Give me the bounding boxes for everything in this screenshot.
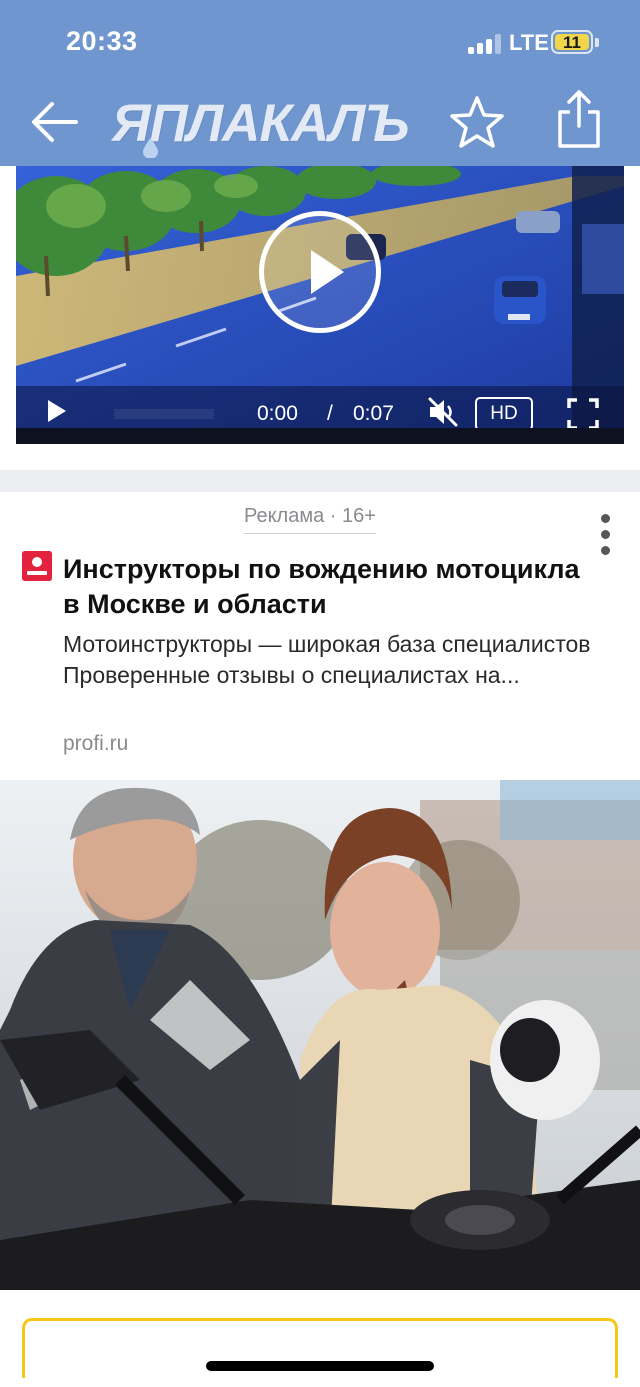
network-type: LTE xyxy=(509,30,549,55)
fullscreen-icon[interactable] xyxy=(566,397,600,431)
muted-speaker-icon[interactable] xyxy=(426,395,460,429)
profi-favicon-icon xyxy=(22,551,52,581)
site-logo[interactable]: ЯПЛАКАЛЪ xyxy=(112,93,417,158)
hd-quality-button[interactable]: HD xyxy=(475,397,533,431)
video-bottom-edge xyxy=(16,428,624,444)
battery-icon: 11 xyxy=(551,30,593,54)
section-separator xyxy=(0,470,640,492)
star-icon[interactable] xyxy=(448,94,506,152)
signal-icon xyxy=(468,34,502,54)
play-icon xyxy=(311,250,344,294)
ad-domain-link[interactable]: profi.ru xyxy=(63,732,128,756)
play-button[interactable] xyxy=(259,211,381,333)
share-icon[interactable] xyxy=(552,88,606,150)
video-player[interactable]: 0:00 / 0:07 HD xyxy=(16,166,624,444)
tear-drop-icon xyxy=(143,138,158,158)
ad-label: Реклама · 16+ xyxy=(244,505,376,534)
battery-cap xyxy=(595,38,599,47)
battery-level: 11 xyxy=(563,33,581,52)
home-indicator[interactable] xyxy=(206,1361,434,1371)
ad-image[interactable] xyxy=(0,780,640,1290)
video-duration: 0:07 xyxy=(353,402,394,425)
ad-description: Мотоинструкторы — широкая база специалис… xyxy=(63,631,591,688)
status-time: 20:33 xyxy=(66,26,138,56)
ad-title[interactable]: Инструкторы по вождению мотоцикла в Моск… xyxy=(63,552,603,622)
control-play-icon[interactable] xyxy=(48,400,66,422)
video-current-time: 0:00 xyxy=(257,402,298,425)
app-header: 20:33 LTE 11 ЯПЛАКАЛЪ xyxy=(0,0,640,166)
video-time-separator: / xyxy=(327,402,333,425)
back-arrow-icon[interactable] xyxy=(28,100,82,144)
video-progress-bar[interactable] xyxy=(114,409,214,419)
